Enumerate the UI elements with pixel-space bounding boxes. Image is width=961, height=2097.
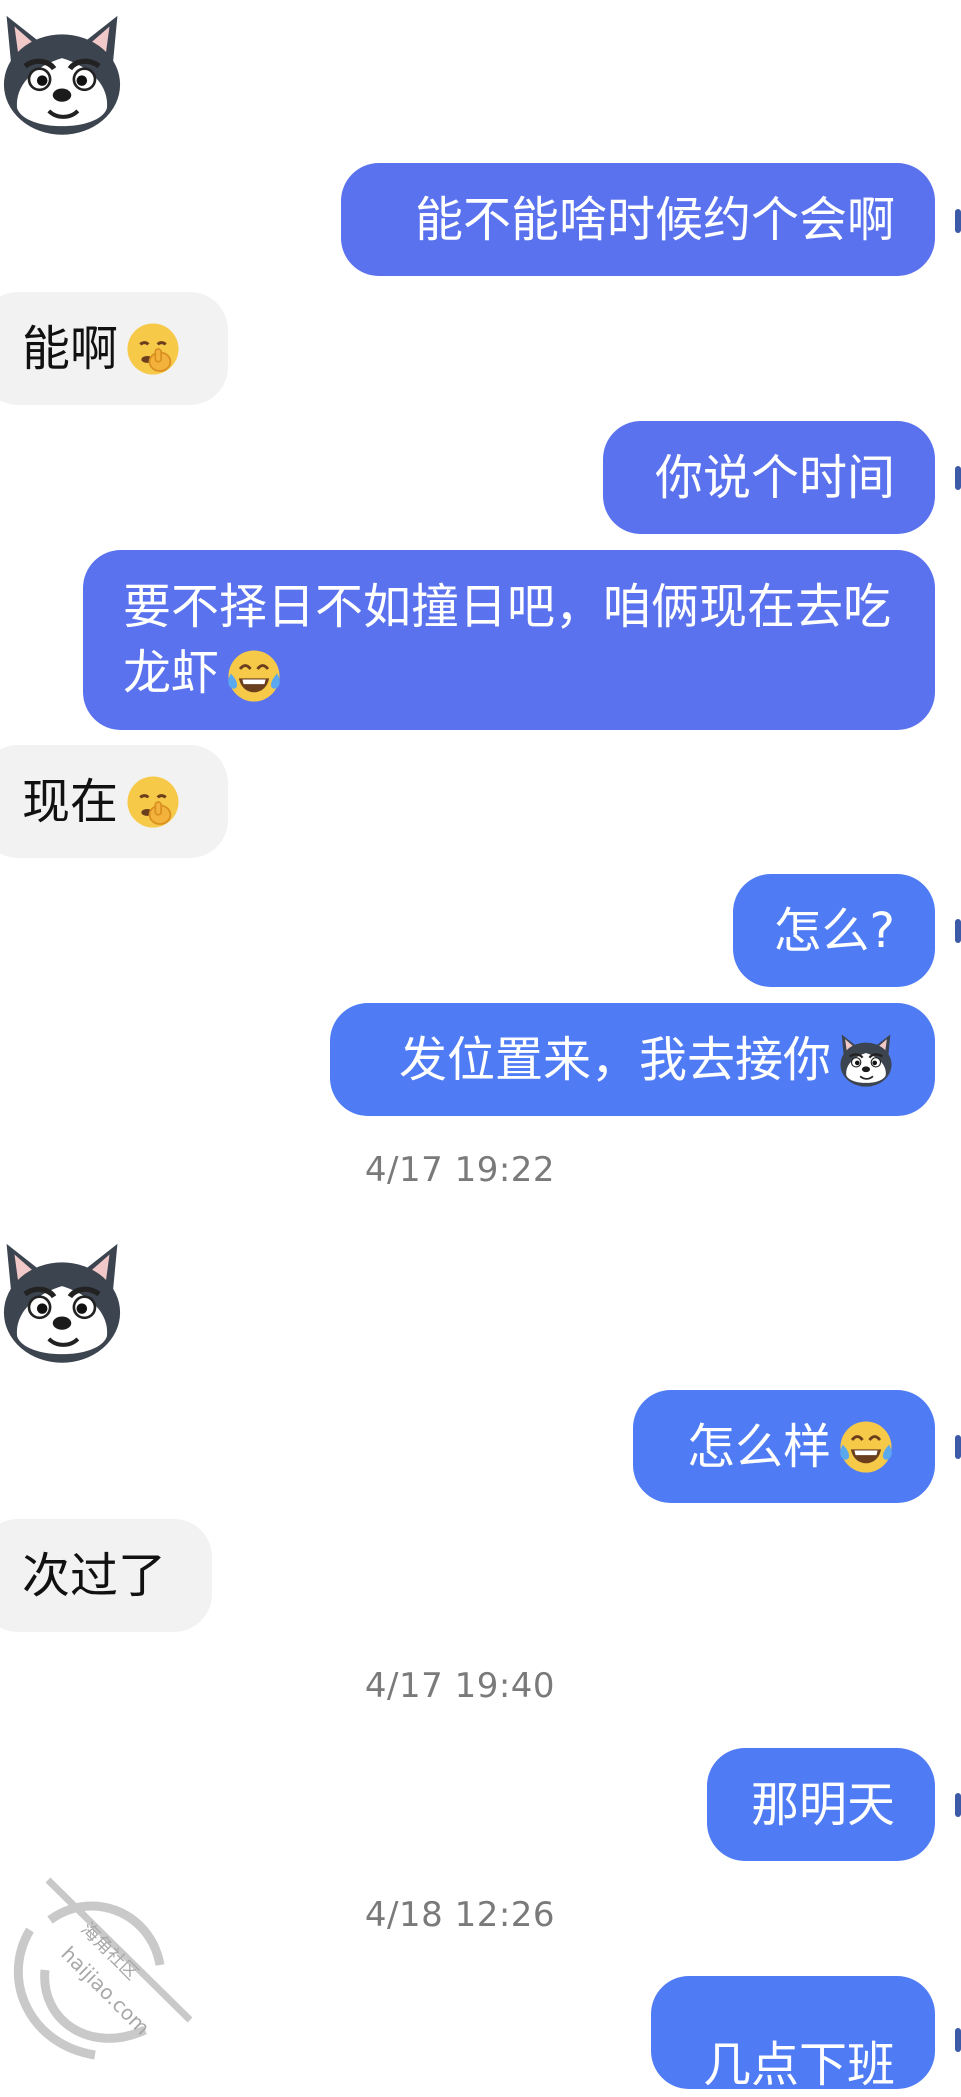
shushing-face-emoji [124, 320, 182, 378]
message-text: 怎么? [773, 902, 895, 959]
timestamp: 4/17 19:22 [364, 1150, 556, 1190]
timestamp: 4/17 19:40 [364, 1666, 556, 1706]
message-text: 那明天 [750, 1776, 895, 1833]
message-bubble-sent[interactable]: 能不能啥时候约个会啊 [341, 163, 935, 276]
message-bubble-sent[interactable]: 怎么样 [633, 1390, 935, 1503]
message-text: 你说个时间 [654, 449, 895, 506]
message-text: 能啊 [22, 320, 119, 377]
husky-dog-emoji [837, 1031, 895, 1089]
message-bubble-sent[interactable]: 怎么? [733, 874, 935, 987]
message-bubble-received[interactable]: 现在 [0, 745, 228, 858]
message-bubble-received[interactable]: 次过了 [0, 1519, 212, 1632]
edge-marker [955, 919, 961, 943]
message-text: 怎么样 [686, 1418, 831, 1475]
message-bubble-sent[interactable]: 那明天 [707, 1748, 935, 1861]
message-text: 次过了 [22, 1547, 167, 1604]
message-text: 几点下班 [702, 2037, 895, 2093]
message-bubble-sent[interactable]: 要不择日不如撞日吧，咱俩现在去吃龙虾 [83, 550, 935, 730]
edge-marker [955, 1435, 961, 1459]
shushing-face-emoji [124, 773, 182, 831]
edge-marker [955, 209, 961, 233]
edge-marker [955, 466, 961, 490]
edge-marker [955, 1793, 961, 1817]
husky-sticker-avatar[interactable] [0, 1236, 128, 1368]
message-bubble-received[interactable]: 能啊 [0, 292, 228, 405]
edge-marker [955, 2028, 961, 2052]
message-text: 现在 [22, 773, 119, 830]
message-text: 发位置来，我去接你 [398, 1031, 831, 1088]
laughing-tears-emoji [837, 1418, 895, 1476]
husky-sticker-avatar[interactable] [0, 8, 128, 140]
message-bubble-sent[interactable]: 几点下班 [651, 1976, 935, 2093]
message-bubble-sent[interactable]: 发位置来，我去接你 [330, 1003, 935, 1116]
laughing-tears-emoji [225, 647, 283, 705]
message-bubble-sent[interactable]: 你说个时间 [603, 421, 935, 534]
watermark-logo: haijiao.com 海角社区 [13, 1877, 193, 2060]
message-text: 能不能啥时候约个会啊 [414, 191, 895, 248]
